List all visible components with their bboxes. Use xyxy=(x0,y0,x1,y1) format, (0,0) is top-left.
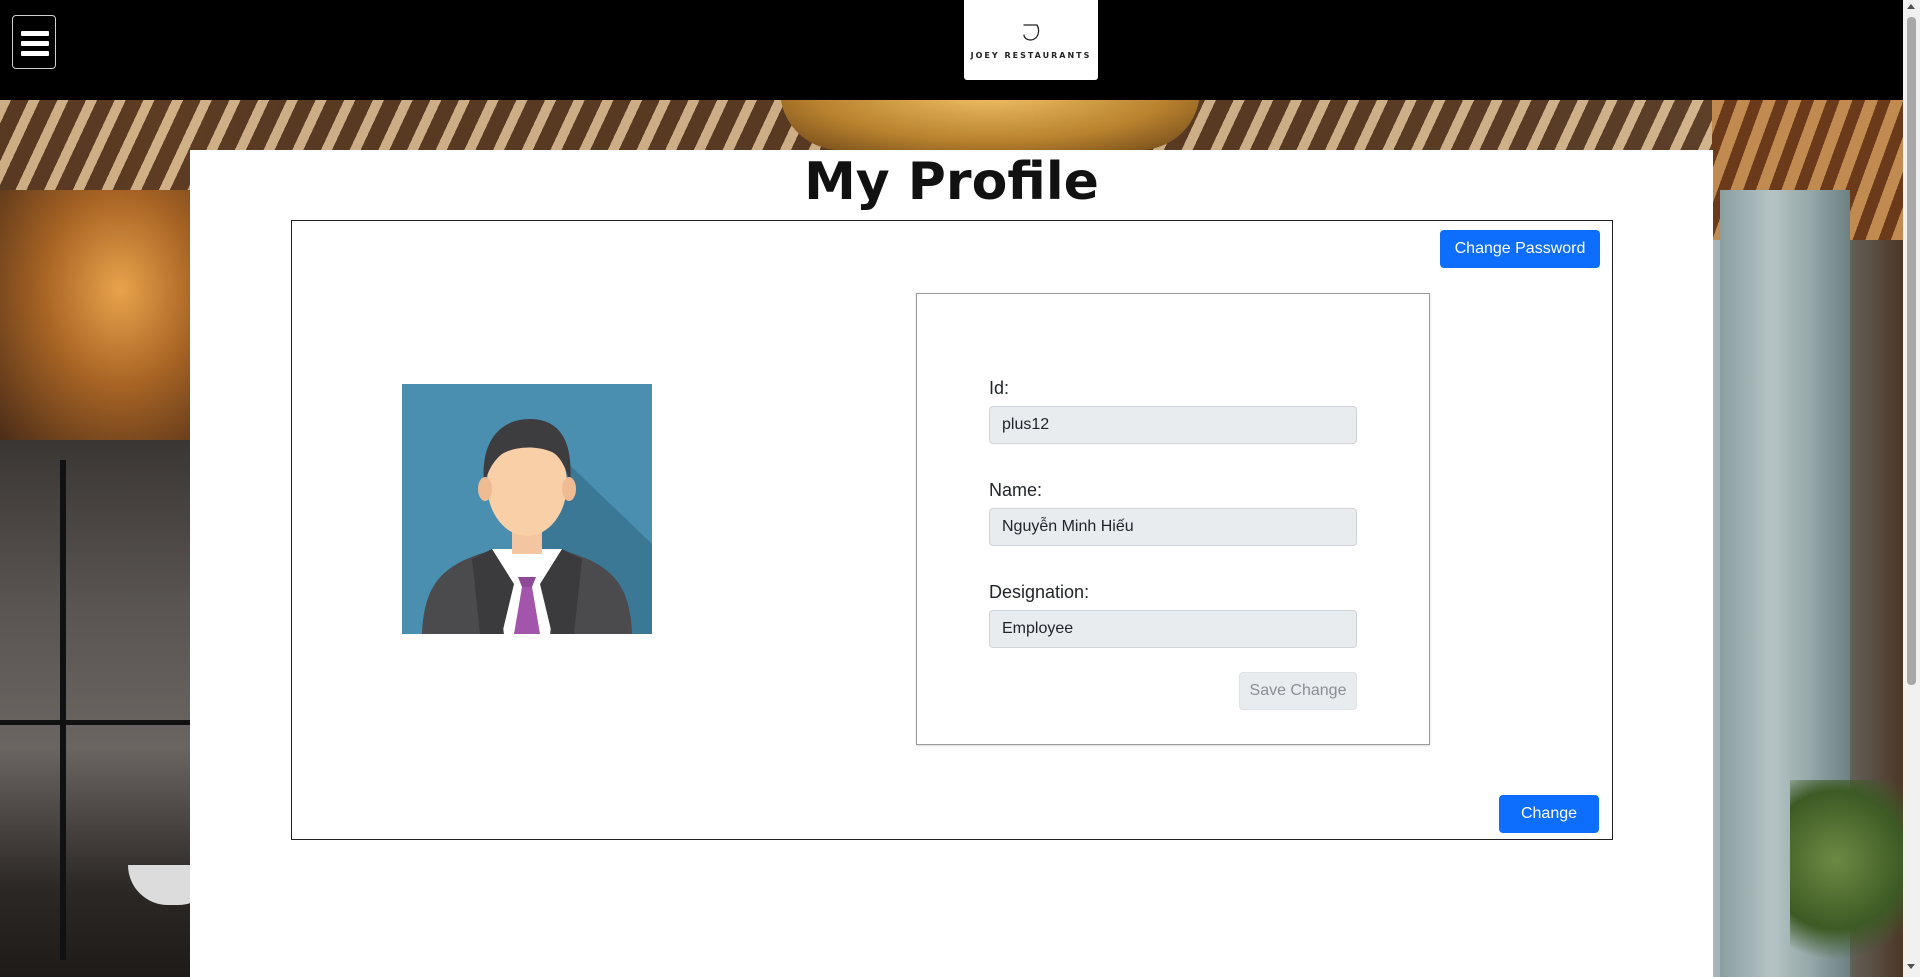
scroll-down-arrow-icon[interactable] xyxy=(1907,964,1915,969)
pendant-lamp xyxy=(780,100,1200,150)
name-label: Name: xyxy=(989,480,1043,500)
change-password-button[interactable]: Change Password xyxy=(1440,230,1600,268)
brand-logo[interactable]: JOEY RESTAURANTS xyxy=(964,0,1098,80)
warm-wall xyxy=(0,190,200,440)
id-label: Id: xyxy=(989,378,1010,398)
change-button[interactable]: Change xyxy=(1499,795,1599,833)
id-field[interactable]: plus12 xyxy=(989,406,1357,444)
designation-label: Designation: xyxy=(989,582,1090,602)
page-title: My Profile xyxy=(804,152,1099,212)
profile-form-card: Id: plus12 Name: Nguyễn Minh Hiếu Design… xyxy=(916,293,1430,745)
save-change-button[interactable]: Save Change xyxy=(1239,672,1357,710)
businessman-avatar-icon xyxy=(402,384,652,634)
scroll-up-arrow-icon[interactable] xyxy=(1907,4,1915,9)
designation-field[interactable]: Employee xyxy=(989,610,1357,648)
joey-logo-icon xyxy=(1023,23,1040,41)
logo-text: JOEY RESTAURANTS xyxy=(970,50,1092,60)
vertical-scrollbar[interactable] xyxy=(1903,0,1920,977)
scroll-thumb[interactable] xyxy=(1907,17,1916,685)
hamburger-menu-icon xyxy=(21,31,49,36)
hamburger-menu-button[interactable] xyxy=(12,15,56,69)
top-navbar: JOEY RESTAURANTS xyxy=(0,0,1903,100)
main-panel: My Profile Change Password Id: plus12 Na… xyxy=(190,150,1713,977)
name-field[interactable]: Nguyễn Minh Hiếu xyxy=(989,508,1357,546)
profile-container: Change Password Id: plus12 Name: Nguyễn … xyxy=(291,220,1613,840)
plant-decor xyxy=(1790,780,1903,977)
